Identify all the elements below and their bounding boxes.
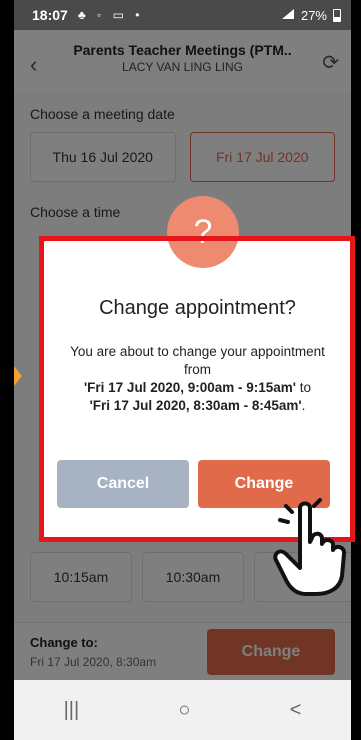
status-bar: 18:07 ♣ ◦ ▭ • 27% <box>14 0 351 30</box>
left-bezel <box>0 0 14 740</box>
battery-icon <box>333 8 341 22</box>
recents-icon[interactable]: ||| <box>64 699 80 722</box>
battery-percent: 27% <box>300 7 327 23</box>
android-nav-bar: ||| ○ < <box>14 680 351 740</box>
pointer-arrow-icon <box>14 366 22 386</box>
home-icon[interactable]: ○ <box>178 699 190 722</box>
highlight-box <box>39 236 355 542</box>
tap-hand-icon <box>270 498 350 598</box>
status-right: 27% <box>281 8 341 23</box>
back-icon[interactable]: < <box>290 699 302 722</box>
notification-icons: ♣ ◦ ▭ • <box>77 8 144 22</box>
status-time: 18:07 <box>32 7 68 23</box>
signal-icon <box>281 8 295 23</box>
